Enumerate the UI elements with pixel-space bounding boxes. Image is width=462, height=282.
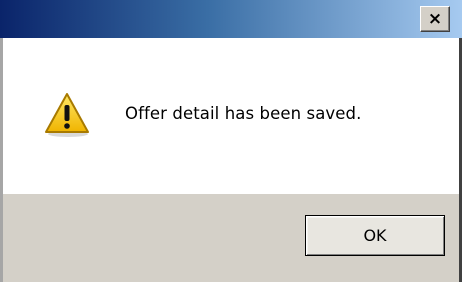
button-bar: OK — [3, 194, 459, 282]
message-area: Offer detail has been saved. — [3, 38, 459, 194]
warning-icon — [45, 93, 89, 137]
ok-button[interactable]: OK — [305, 215, 445, 256]
title-bar[interactable]: × — [0, 0, 462, 38]
message-dialog: × Offer detail has been saved. OK — [0, 0, 462, 282]
close-icon: × — [427, 8, 443, 29]
message-text: Offer detail has been saved. — [125, 104, 362, 123]
close-button[interactable]: × — [420, 6, 450, 32]
